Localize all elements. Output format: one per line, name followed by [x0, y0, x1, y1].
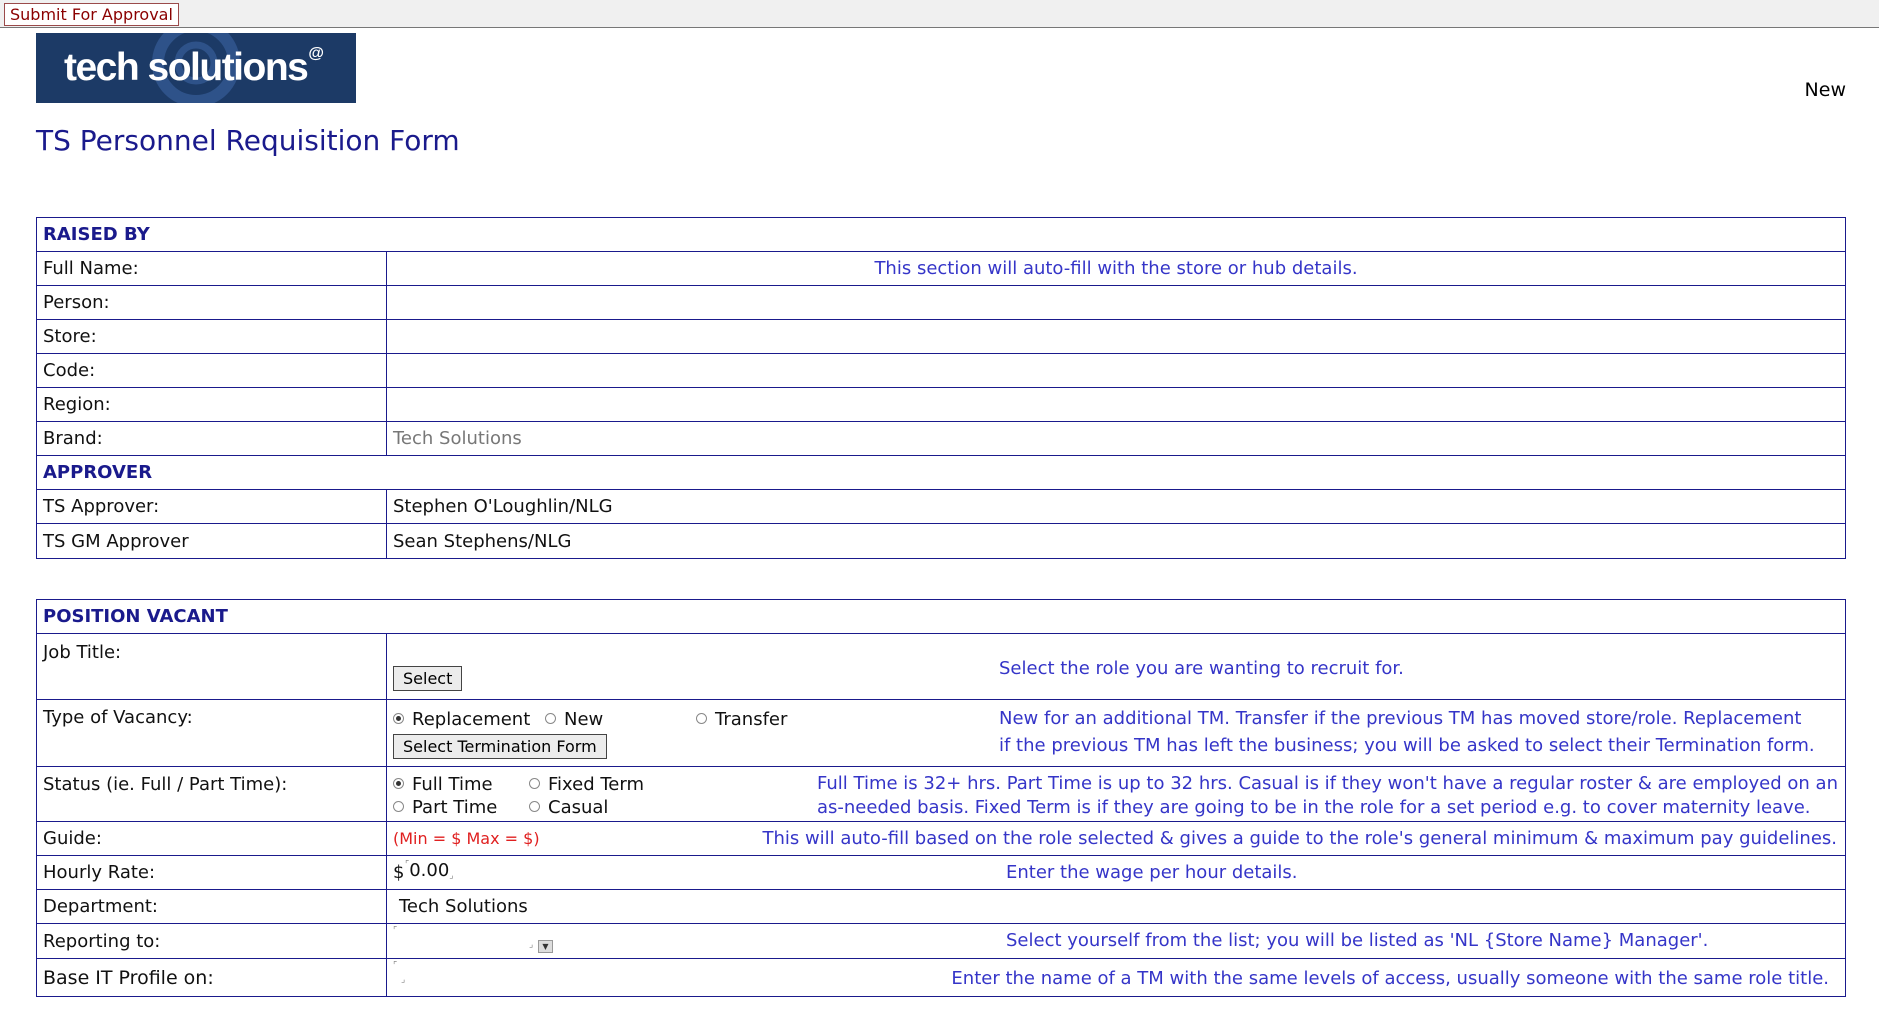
position-vacant-table: POSITION VACANT Job Title: Select Select…: [36, 599, 1846, 997]
region-row: Region:: [36, 387, 1846, 422]
radio-casual-icon[interactable]: [529, 801, 540, 812]
job-title-hint: Select the role you are wanting to recru…: [999, 657, 1404, 679]
ts-approver-label: TS Approver:: [36, 489, 387, 524]
reporting-to-dropdown[interactable]: ⌜ ⌟ ▼: [393, 926, 553, 954]
brand-row: Brand: Tech Solutions: [36, 421, 1846, 456]
status-option-casual[interactable]: Casual: [529, 797, 608, 818]
reporting-to-hint: Select yourself from the list; you will …: [1006, 929, 1709, 951]
submit-for-approval-button[interactable]: Submit For Approval: [4, 3, 179, 26]
code-row: Code:: [36, 353, 1846, 388]
region-label: Region:: [36, 387, 387, 422]
department-label: Department:: [36, 889, 387, 924]
tech-solutions-logo: tech solutions@: [36, 33, 356, 103]
radio-replacement-icon[interactable]: [393, 713, 404, 724]
region-value: [386, 387, 1846, 422]
radio-part-time-icon[interactable]: [393, 801, 404, 812]
type-of-vacancy-row: Type of Vacancy: Replacement New Transfe…: [36, 699, 1846, 767]
job-title-row: Job Title: Select Select the role you ar…: [36, 633, 1846, 700]
vacancy-option-new[interactable]: New: [545, 709, 603, 730]
select-termination-form-button[interactable]: Select Termination Form: [393, 733, 607, 759]
hourly-rate-currency: $: [393, 861, 405, 883]
ts-gm-approver-label: TS GM Approver: [36, 523, 387, 559]
page-title: TS Personnel Requisition Form: [36, 124, 460, 157]
raised-by-heading-row: RAISED BY: [36, 217, 1846, 252]
raised-by-heading: RAISED BY: [36, 217, 1846, 252]
guide-label: Guide:: [36, 821, 387, 856]
vacancy-hint-line2: if the previous TM has left the business…: [999, 734, 1815, 756]
guide-hint: This will auto-fill based on the role se…: [762, 827, 1837, 849]
store-row: Store:: [36, 319, 1846, 354]
person-value: [386, 285, 1846, 320]
hourly-rate-hint: Enter the wage per hour details.: [1006, 861, 1298, 883]
status-label: Status (ie. Full / Part Time):: [36, 766, 387, 822]
select-job-title-button[interactable]: Select: [393, 665, 463, 691]
logo-mark: @: [308, 45, 324, 62]
type-of-vacancy-label: Type of Vacancy:: [36, 699, 387, 767]
hourly-rate-row: Hourly Rate: $ ⌜0.00⌟ Enter the wage per…: [36, 855, 1846, 890]
department-value: Tech Solutions: [386, 889, 1846, 924]
status-hint-line2: as-needed basis. Fixed Term is if they a…: [817, 796, 1811, 818]
brand-value: Tech Solutions: [386, 421, 1846, 456]
guide-value: (Min = $ Max = $): [393, 828, 540, 848]
store-value: [386, 319, 1846, 354]
ts-approver-value: Stephen O'Loughlin/NLG: [386, 489, 1846, 524]
action-toolbar: Submit For Approval: [0, 0, 1879, 28]
ts-gm-approver-row: TS GM Approver Sean Stephens/NLG: [36, 523, 1846, 559]
approver-heading: APPROVER: [36, 455, 1846, 490]
vacancy-option-transfer[interactable]: Transfer: [696, 709, 787, 730]
radio-fixed-term-icon[interactable]: [529, 778, 540, 789]
reporting-to-row: Reporting to: ⌜ ⌟ ▼ Select yourself from…: [36, 923, 1846, 959]
document-status: New: [1804, 79, 1846, 101]
store-label: Store:: [36, 319, 387, 354]
logo-text: tech solutions: [64, 46, 309, 89]
position-heading: POSITION VACANT: [36, 599, 1846, 634]
code-label: Code:: [36, 353, 387, 388]
status-row: Status (ie. Full / Part Time): Full Time…: [36, 766, 1846, 822]
full-name-label: Full Name:: [36, 251, 387, 286]
status-option-full-time[interactable]: Full Time: [393, 774, 493, 795]
position-heading-row: POSITION VACANT: [36, 599, 1846, 634]
department-row: Department: Tech Solutions: [36, 889, 1846, 924]
radio-new-icon[interactable]: [545, 713, 556, 724]
full-name-value: This section will auto-fill with the sto…: [386, 251, 1846, 286]
code-value: [386, 353, 1846, 388]
vacancy-option-replacement[interactable]: Replacement: [393, 709, 530, 730]
radio-full-time-icon[interactable]: [393, 778, 404, 789]
status-option-part-time[interactable]: Part Time: [393, 797, 497, 818]
hourly-rate-input[interactable]: ⌜0.00⌟: [405, 860, 454, 881]
base-it-profile-input[interactable]: ⌜ ⌟: [393, 961, 423, 991]
dropdown-arrow-icon[interactable]: ▼: [538, 939, 553, 953]
reporting-to-label: Reporting to:: [36, 923, 387, 959]
status-hint-line1: Full Time is 32+ hrs. Part Time is up to…: [817, 772, 1838, 794]
approver-heading-row: APPROVER: [36, 455, 1846, 490]
ts-gm-approver-value: Sean Stephens/NLG: [386, 523, 1846, 559]
hourly-rate-label: Hourly Rate:: [36, 855, 387, 890]
base-it-profile-row: Base IT Profile on: ⌜ ⌟ Enter the name o…: [36, 958, 1846, 997]
brand-label: Brand:: [36, 421, 387, 456]
base-it-profile-hint: Enter the name of a TM with the same lev…: [951, 967, 1829, 989]
person-label: Person:: [36, 285, 387, 320]
status-option-fixed-term[interactable]: Fixed Term: [529, 774, 644, 795]
full-name-row: Full Name: This section will auto-fill w…: [36, 251, 1846, 286]
base-it-profile-label: Base IT Profile on:: [36, 958, 387, 997]
ts-approver-row: TS Approver: Stephen O'Loughlin/NLG: [36, 489, 1846, 524]
guide-row: Guide: (Min = $ Max = $) This will auto-…: [36, 821, 1846, 856]
person-row: Person:: [36, 285, 1846, 320]
vacancy-hint-line1: New for an additional TM. Transfer if th…: [999, 707, 1802, 729]
raised-by-table: RAISED BY Full Name: This section will a…: [36, 217, 1846, 559]
job-title-label: Job Title:: [36, 633, 387, 700]
radio-transfer-icon[interactable]: [696, 713, 707, 724]
